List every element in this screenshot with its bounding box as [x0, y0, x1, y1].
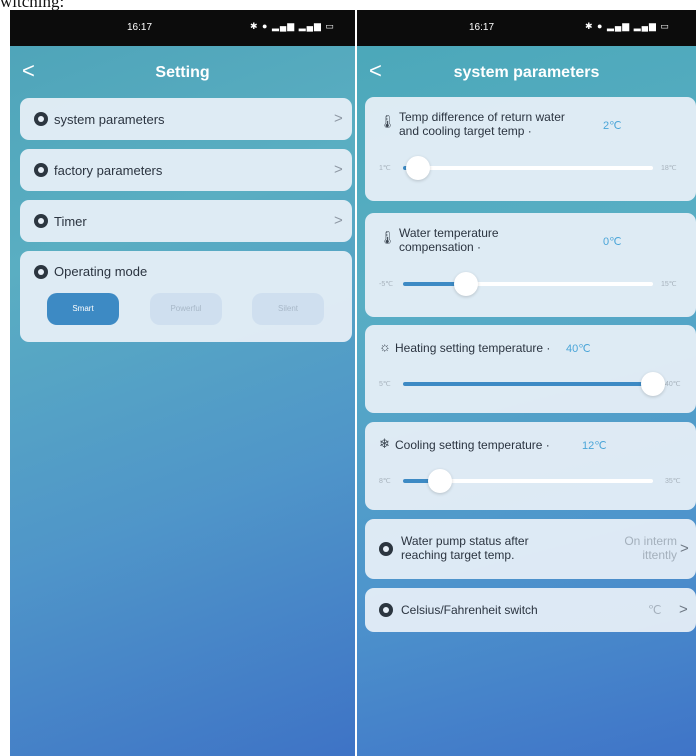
- param-label: and cooling target temp ·: [399, 124, 532, 138]
- slider-min-label: 1℃: [379, 165, 391, 172]
- system-parameters-screen: 16:17 ✱ ● ▂▄▆ ▂▄▆ ▭ < system parameters …: [357, 10, 696, 756]
- nav-bar: < system parameters: [357, 56, 696, 92]
- status-icons: ✱ ● ▂▄▆ ▂▄▆ ▭: [250, 21, 335, 31]
- snowflake-icon: ❄︎: [379, 436, 390, 451]
- slider-min-label: 8℃: [379, 478, 391, 485]
- mode-powerful-button[interactable]: Powerful: [150, 293, 222, 325]
- unit-switch-value: ℃: [648, 603, 662, 617]
- slider-max-label: 35℃: [665, 478, 681, 485]
- param-label: Celsius/Fahrenheit switch: [401, 603, 538, 617]
- chevron-right-icon: >: [680, 540, 689, 557]
- param-label: Heating setting temperature ·: [395, 341, 551, 355]
- param-label: Temp difference of return water: [399, 110, 565, 124]
- settings-screen: 16:17 ✱ ● ▂▄▆ ▂▄▆ ▭ < Setting system par…: [10, 10, 355, 756]
- param-label: Water temperature: [399, 226, 499, 240]
- slider-card-water-compensation: 🌡︎ Water temperature compensation · 0℃ -…: [365, 213, 696, 317]
- slider-max-label: 18℃: [661, 165, 677, 172]
- unit-switch-row[interactable]: Celsius/Fahrenheit switch ℃ >: [365, 588, 696, 632]
- param-label: reaching target temp.: [401, 548, 515, 562]
- slider-min-label: -5℃: [379, 281, 394, 288]
- menu-item-system-parameters[interactable]: system parameters >: [20, 98, 352, 140]
- chevron-right-icon: >: [334, 212, 343, 229]
- gear-icon: [34, 112, 48, 126]
- status-bar: 16:17 ✱ ● ▂▄▆ ▂▄▆ ▭: [357, 10, 696, 46]
- param-label: compensation ·: [399, 240, 482, 254]
- mode-smart-button[interactable]: Smart: [47, 293, 119, 325]
- menu-item-timer[interactable]: Timer >: [20, 200, 352, 242]
- status-time: 16:17: [127, 22, 153, 33]
- slider-thumb[interactable]: [405, 156, 430, 180]
- gear-icon: [34, 214, 48, 228]
- param-label: Cooling setting temperature ·: [395, 438, 550, 452]
- mode-silent-button[interactable]: Silent: [252, 293, 324, 325]
- sun-icon: ☼: [379, 339, 391, 354]
- pump-status-value: ittently: [642, 548, 677, 562]
- status-icons: ✱ ● ▂▄▆ ▂▄▆ ▭: [585, 21, 670, 31]
- menu-item-factory-parameters[interactable]: factory parameters >: [20, 149, 352, 191]
- slider-card-cooling-setting: ❄︎ Cooling setting temperature · 12℃ 8℃ …: [365, 422, 696, 510]
- menu-item-label: factory parameters: [54, 163, 163, 178]
- slider-max-label: 15℃: [661, 281, 677, 288]
- chevron-right-icon: >: [334, 161, 343, 178]
- param-value: 40℃: [566, 343, 591, 355]
- chevron-right-icon: >: [679, 601, 688, 618]
- slider-max-label: 40℃: [665, 381, 681, 388]
- param-value: 2℃: [603, 120, 622, 132]
- slider-card-heating-setting: ☼ Heating setting temperature · 40℃ 5℃ 4…: [365, 325, 696, 413]
- param-label: Water pump status after: [401, 534, 529, 548]
- pump-status-row[interactable]: Water pump status after reaching target …: [365, 519, 696, 579]
- slider-thumb[interactable]: [453, 272, 478, 296]
- page-caption: witching:: [0, 0, 65, 11]
- chevron-right-icon: >: [334, 110, 343, 127]
- operating-mode-label: Operating mode: [54, 264, 148, 279]
- slider-thumb[interactable]: [428, 469, 453, 493]
- thermometer-icon: 🌡︎: [379, 230, 396, 245]
- status-bar: 16:17 ✱ ● ▂▄▆ ▂▄▆ ▭: [10, 10, 355, 46]
- param-value: 12℃: [582, 440, 607, 452]
- menu-item-label: system parameters: [54, 112, 165, 127]
- slider-fill: [403, 382, 653, 386]
- thermometer-icon: 🌡︎: [379, 114, 396, 129]
- operating-mode-card: Operating mode Smart Powerful Silent: [20, 251, 352, 342]
- gear-icon: [34, 163, 48, 177]
- menu-item-label: Timer: [54, 214, 87, 229]
- slider-min-label: 5℃: [379, 381, 391, 388]
- param-value: 0℃: [603, 236, 622, 248]
- gear-icon: [379, 603, 393, 617]
- slider-card-return-water-diff: 🌡︎ Temp difference of return water and c…: [365, 97, 696, 201]
- slider-thumb[interactable]: [641, 372, 665, 396]
- status-time: 16:17: [469, 22, 495, 33]
- pump-status-value: On interm: [624, 534, 677, 548]
- slider-track: [403, 166, 653, 170]
- gear-icon: [34, 265, 48, 279]
- page-title: Setting: [155, 64, 210, 81]
- gear-icon: [379, 542, 393, 556]
- nav-bar: < Setting: [10, 56, 355, 92]
- page-title: system parameters: [453, 64, 600, 81]
